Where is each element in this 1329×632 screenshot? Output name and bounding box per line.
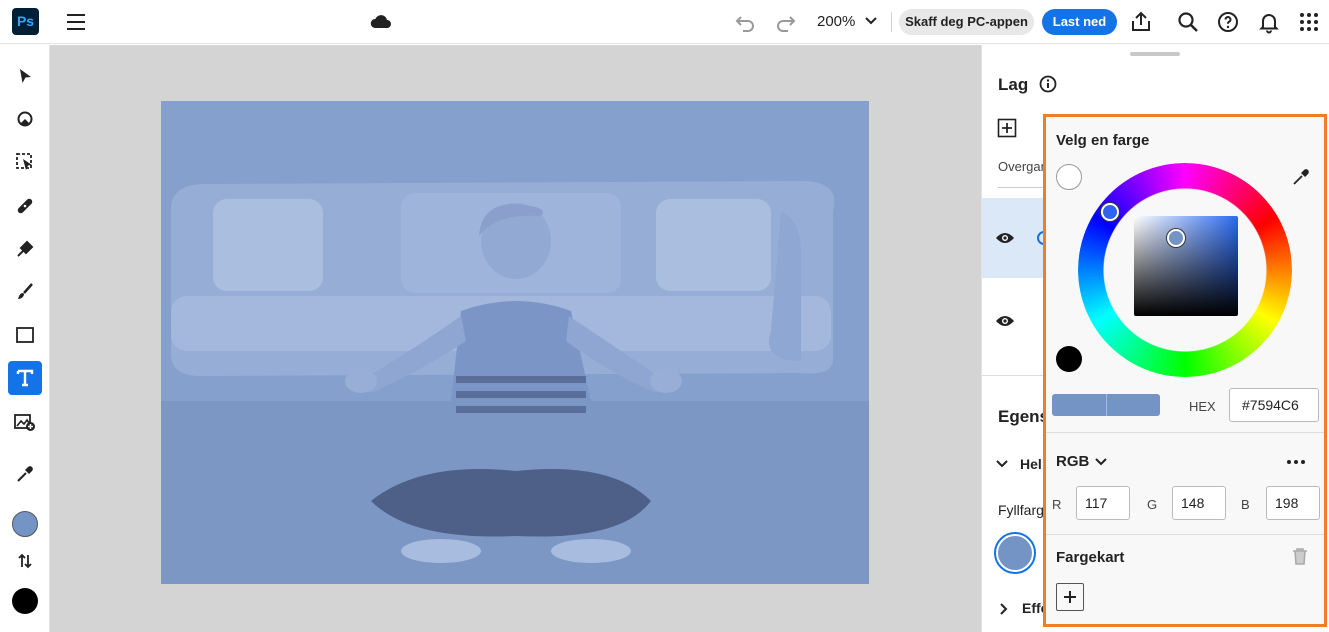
help-icon[interactable] (1216, 10, 1240, 34)
divider (1046, 432, 1324, 433)
quick-action-tool-icon[interactable] (8, 232, 42, 266)
blend-mode-label[interactable]: Overgan (998, 159, 1048, 174)
object-select-tool-icon[interactable] (8, 145, 42, 179)
cloud-icon[interactable] (370, 12, 392, 30)
hex-input[interactable]: #7594C6 (1229, 388, 1319, 422)
panel-drag-handle[interactable] (1130, 52, 1180, 56)
green-channel-label: G (1147, 497, 1158, 512)
saturation-value-square[interactable] (1134, 216, 1238, 316)
more-options-icon[interactable] (1286, 454, 1306, 470)
select-tool-icon[interactable] (8, 59, 42, 93)
background-color-swatch[interactable] (12, 588, 38, 614)
blue-channel-label: B (1241, 497, 1250, 512)
eye-icon[interactable] (995, 231, 1015, 245)
eyedropper-tool-icon[interactable] (8, 457, 42, 491)
undo-icon[interactable] (734, 11, 756, 33)
red-channel-label: R (1052, 497, 1062, 512)
zoom-level[interactable]: 200% (817, 13, 855, 30)
color-picker-title: Velg en farge (1056, 132, 1150, 149)
top-bar: Ps 200% Skaff deg PC-appen Last ned (0, 0, 1329, 44)
white-color-dot[interactable] (1056, 164, 1082, 190)
trash-icon[interactable] (1292, 547, 1308, 565)
canvas-area[interactable] (50, 45, 981, 632)
saturation-value-handle[interactable] (1167, 229, 1185, 247)
chevron-down-icon[interactable] (1093, 454, 1109, 470)
foreground-color-swatch[interactable] (12, 511, 38, 537)
brush-tool-icon[interactable] (8, 275, 42, 309)
plus-icon (1064, 591, 1076, 603)
photo-with-blue-fill-layer (161, 101, 869, 584)
fill-section-label[interactable]: Hel (1020, 456, 1042, 472)
bell-icon[interactable] (1257, 10, 1281, 34)
text-tool-icon[interactable] (8, 361, 42, 395)
color-picker-popover: Velg en farge HEX #7594C6 RGB R 117 G 14… (1043, 114, 1327, 627)
chevron-right-icon[interactable] (997, 601, 1011, 617)
tool-bar (0, 45, 50, 632)
chevron-down-icon[interactable] (863, 13, 879, 29)
apps-grid-icon[interactable] (1297, 10, 1321, 34)
photoshop-logo: Ps (12, 8, 39, 35)
heal-tool-icon[interactable] (8, 189, 42, 223)
swatches-title: Fargekart (1056, 549, 1125, 566)
rectangle-tool-icon[interactable] (8, 318, 42, 352)
red-channel-input[interactable]: 117 (1076, 486, 1130, 520)
divider (1046, 534, 1324, 535)
hue-handle[interactable] (1101, 203, 1119, 221)
layers-panel-title: Lag (998, 75, 1029, 94)
eye-icon[interactable] (995, 314, 1015, 328)
fill-color-swatch[interactable] (994, 532, 1036, 574)
blue-channel-input[interactable]: 198 (1266, 486, 1320, 520)
add-swatch-button[interactable] (1056, 583, 1084, 611)
download-button[interactable]: Last ned (1042, 9, 1117, 35)
fill-color-label: Fyllfarg (998, 502, 1044, 518)
color-preview-bar (1052, 394, 1160, 416)
hex-label: HEX (1189, 399, 1216, 414)
search-icon[interactable] (1176, 10, 1200, 34)
add-image-tool-icon[interactable] (8, 405, 42, 439)
chevron-down-icon[interactable] (994, 456, 1010, 472)
app-window: Ps 200% Skaff deg PC-appen Last ned Lag … (0, 0, 1329, 632)
redo-icon[interactable] (775, 11, 797, 33)
adjust-tool-icon[interactable] (8, 102, 42, 136)
green-channel-input[interactable]: 148 (1172, 486, 1226, 520)
color-mode-select[interactable]: RGB (1056, 453, 1089, 470)
black-color-dot[interactable] (1056, 346, 1082, 372)
share-icon[interactable] (1129, 10, 1153, 34)
add-layer-icon[interactable] (997, 118, 1017, 138)
info-icon[interactable] (1039, 75, 1057, 93)
properties-panel-title: Egens (998, 407, 1050, 426)
get-desktop-app-button[interactable]: Skaff deg PC-appen (899, 9, 1034, 35)
document-image[interactable] (161, 101, 869, 584)
eyedropper-icon[interactable] (1291, 167, 1311, 187)
swap-colors-icon[interactable] (8, 544, 42, 578)
menu-icon[interactable] (67, 14, 85, 30)
divider (891, 12, 892, 32)
